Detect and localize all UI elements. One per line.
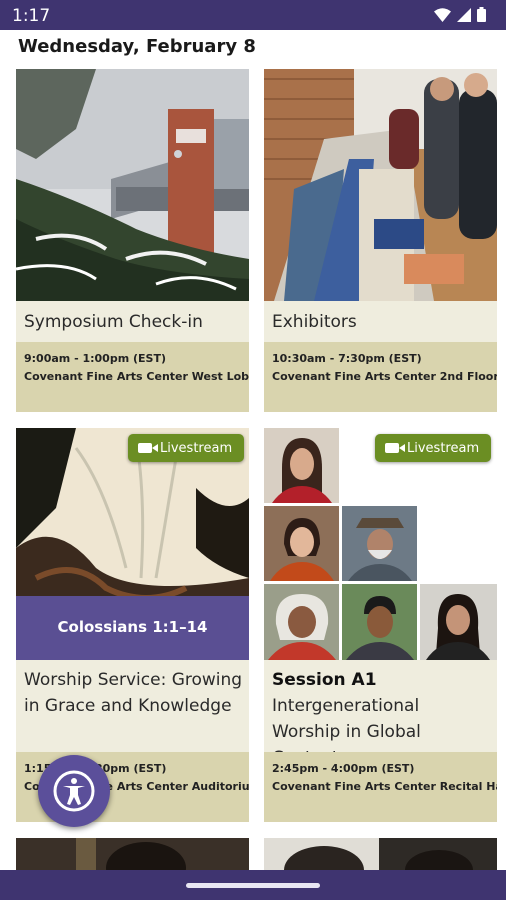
speaker-photo <box>342 584 417 660</box>
event-image-partial <box>16 838 249 870</box>
image-caption: Colossians 1:1–14 <box>57 618 208 636</box>
session-label: Session A1 <box>272 670 377 690</box>
signal-icon <box>457 7 471 22</box>
home-gesture-handle[interactable] <box>186 883 320 888</box>
accessibility-icon <box>53 770 95 812</box>
event-title: Symposium Check-in <box>24 312 203 332</box>
event-image-speakers <box>264 428 497 660</box>
livestream-label: Livestream <box>160 440 233 456</box>
event-location: Covenant Fine Arts Center West Lobby <box>24 370 249 383</box>
speaker-photo <box>264 506 339 581</box>
event-title: Exhibitors <box>272 312 357 332</box>
status-bar: 1:17 <box>0 0 506 30</box>
event-image-partial <box>264 838 497 870</box>
event-card-exhibitors[interactable]: Exhibitors 10:30am - 7:30pm (EST) Covena… <box>264 69 497 412</box>
video-camera-icon <box>385 443 405 453</box>
event-title: Worship Service: Growing in Grace and Kn… <box>24 670 243 716</box>
event-location: Covenant Fine Arts Center 2nd Floor <box>272 370 497 383</box>
speaker-photo <box>420 584 497 660</box>
livestream-label: Livestream <box>407 440 480 456</box>
status-icons <box>434 7 486 22</box>
wifi-icon <box>434 7 451 22</box>
date-header: Wednesday, February 8 <box>18 36 256 57</box>
event-meta: 9:00am - 1:00pm (EST) Covenant Fine Arts… <box>16 342 249 412</box>
status-time: 1:17 <box>12 6 51 26</box>
event-time: 10:30am - 7:30pm (EST) <box>272 352 422 365</box>
event-time: 9:00am - 1:00pm (EST) <box>24 352 166 365</box>
navigation-bar <box>0 870 506 900</box>
event-card-partial[interactable] <box>264 838 497 870</box>
accessibility-button[interactable] <box>38 755 110 827</box>
speaker-photo <box>342 506 417 581</box>
event-image-exhibitors <box>264 69 497 301</box>
video-camera-icon <box>138 443 158 453</box>
battery-icon <box>477 7 486 22</box>
speaker-photo <box>264 428 339 503</box>
livestream-badge[interactable]: Livestream <box>375 434 492 462</box>
event-card-session-a1[interactable]: Livestream Session A1 Intergenerational … <box>264 428 497 822</box>
livestream-badge[interactable]: Livestream <box>128 434 245 462</box>
event-location: Covenant Fine Arts Center Recital Hall <box>272 780 497 793</box>
event-card-symposium-check-in[interactable]: Symposium Check-in 9:00am - 1:00pm (EST)… <box>16 69 249 412</box>
event-time: 2:45pm - 4:00pm (EST) <box>272 762 415 775</box>
event-meta: 10:30am - 7:30pm (EST) Covenant Fine Art… <box>264 342 497 412</box>
event-card-partial[interactable] <box>16 838 249 870</box>
event-session-label: Session A1 <box>272 667 491 693</box>
speaker-photo <box>264 584 339 660</box>
event-meta: 2:45pm - 4:00pm (EST) Covenant Fine Arts… <box>264 752 497 822</box>
event-image-campus <box>16 69 249 301</box>
